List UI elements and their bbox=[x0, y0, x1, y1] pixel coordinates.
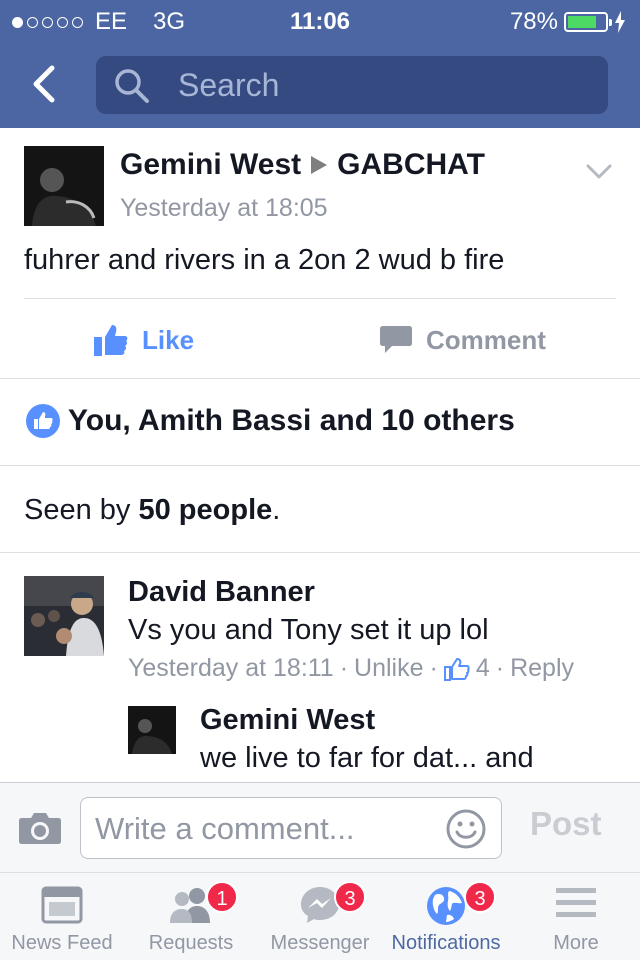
likes-summary-row[interactable]: You, Amith Bassi and 10 others bbox=[0, 378, 640, 466]
search-bar[interactable] bbox=[96, 56, 608, 114]
charging-bolt-icon bbox=[615, 11, 625, 33]
commenter-avatar[interactable] bbox=[24, 576, 104, 656]
tab-messenger[interactable]: 3 Messenger bbox=[256, 873, 384, 960]
avatar-photo bbox=[24, 576, 104, 656]
chevron-down-icon[interactable] bbox=[586, 164, 612, 180]
seen-by-suffix: . bbox=[272, 494, 281, 526]
comment-timestamp: Yesterday at 18:11 bbox=[128, 654, 334, 682]
seen-by-text: Seen by 50 people. bbox=[24, 494, 280, 527]
battery-percent: 78% bbox=[509, 8, 558, 35]
seen-by-row[interactable]: Seen by 50 people. bbox=[0, 466, 640, 554]
post-author-line: Gemini West GABCHAT bbox=[120, 148, 485, 182]
divider bbox=[0, 552, 640, 553]
comment-text: Vs you and Tony set it up lol bbox=[128, 614, 489, 646]
like-count: 4 bbox=[475, 654, 490, 682]
reply-author-name[interactable]: Gemini West bbox=[200, 704, 375, 737]
post-group-name[interactable]: GABCHAT bbox=[337, 148, 485, 182]
battery-icon bbox=[564, 12, 612, 32]
tab-requests[interactable]: 1 Requests bbox=[128, 873, 254, 960]
notification-badge: 3 bbox=[334, 881, 366, 913]
tab-more[interactable]: More bbox=[512, 873, 640, 960]
thumbs-up-icon bbox=[443, 657, 470, 681]
camera-icon[interactable] bbox=[18, 811, 62, 845]
tab-news-feed[interactable]: News Feed bbox=[0, 873, 124, 960]
post: Gemini West GABCHAT Yesterday at 18:05 f… bbox=[0, 128, 640, 356]
comment-like-count[interactable]: 4 bbox=[443, 654, 490, 683]
tab-label: Messenger bbox=[270, 932, 370, 954]
post-text: fuhrer and rivers in a 2on 2 wud b fire bbox=[24, 244, 505, 276]
like-button[interactable]: Like bbox=[94, 318, 194, 362]
news-feed-icon bbox=[41, 886, 83, 924]
avatar-photo bbox=[128, 706, 176, 754]
speech-bubble-icon bbox=[380, 326, 412, 353]
seen-by-count: 50 people bbox=[138, 494, 273, 526]
post-comment-button[interactable]: Post bbox=[530, 805, 602, 843]
search-input[interactable] bbox=[178, 66, 578, 104]
comment-input[interactable] bbox=[95, 810, 435, 848]
author-avatar[interactable] bbox=[24, 146, 104, 226]
emoji-icon[interactable] bbox=[445, 808, 487, 850]
seen-by-prefix: Seen by bbox=[24, 494, 139, 526]
separator: · bbox=[339, 654, 349, 682]
status-bar: EE 3G 11:06 78% bbox=[0, 0, 640, 40]
tab-label: Requests bbox=[148, 932, 234, 954]
tab-bar: News Feed 1 Requests 3 Messenger 3 Notif… bbox=[0, 872, 640, 960]
comment-button[interactable]: Comment bbox=[380, 318, 546, 362]
post-header: Gemini West GABCHAT Yesterday at 18:05 bbox=[0, 128, 640, 228]
tab-notifications[interactable]: 3 Notifications bbox=[384, 873, 508, 960]
likes-summary-text: You, Amith Bassi and 10 others bbox=[68, 404, 515, 437]
back-arrow-icon[interactable] bbox=[28, 64, 58, 104]
comment-meta: Yesterday at 18:11 · Unlike · 4 · Reply bbox=[128, 654, 574, 683]
post-timestamp[interactable]: Yesterday at 18:05 bbox=[120, 194, 328, 223]
battery-status: 78% bbox=[510, 8, 626, 36]
separator: · bbox=[495, 654, 505, 682]
notification-badge: 3 bbox=[464, 881, 496, 913]
separator: · bbox=[429, 654, 438, 682]
tab-label: Notifications bbox=[391, 932, 501, 954]
commenter-name[interactable]: David Banner bbox=[128, 576, 315, 609]
top-bar: EE 3G 11:06 78% bbox=[0, 0, 640, 128]
thumbs-up-icon bbox=[94, 325, 128, 356]
menu-icon bbox=[556, 888, 596, 917]
reply-text: we live to far for dat... and bbox=[200, 742, 534, 774]
search-icon bbox=[115, 69, 149, 103]
avatar-photo bbox=[24, 146, 104, 226]
triangle-right-icon bbox=[311, 156, 328, 174]
tab-label: More bbox=[553, 932, 599, 954]
battery-level bbox=[568, 16, 597, 28]
like-label: Like bbox=[142, 324, 195, 355]
reply-author-avatar[interactable] bbox=[128, 706, 176, 754]
comment-composer: Post bbox=[0, 782, 640, 872]
globe-icon bbox=[427, 887, 465, 925]
like-badge-icon bbox=[26, 404, 60, 438]
divider bbox=[24, 298, 616, 299]
notification-badge: 1 bbox=[206, 881, 238, 913]
reply-link[interactable]: Reply bbox=[510, 654, 574, 683]
comment-field[interactable] bbox=[80, 797, 502, 859]
thumbs-up-icon bbox=[34, 412, 53, 429]
unlike-link[interactable]: Unlike bbox=[354, 654, 423, 683]
post-author-name[interactable]: Gemini West bbox=[120, 148, 301, 182]
comment-label: Comment bbox=[426, 324, 546, 355]
tab-label: News Feed bbox=[11, 932, 113, 954]
